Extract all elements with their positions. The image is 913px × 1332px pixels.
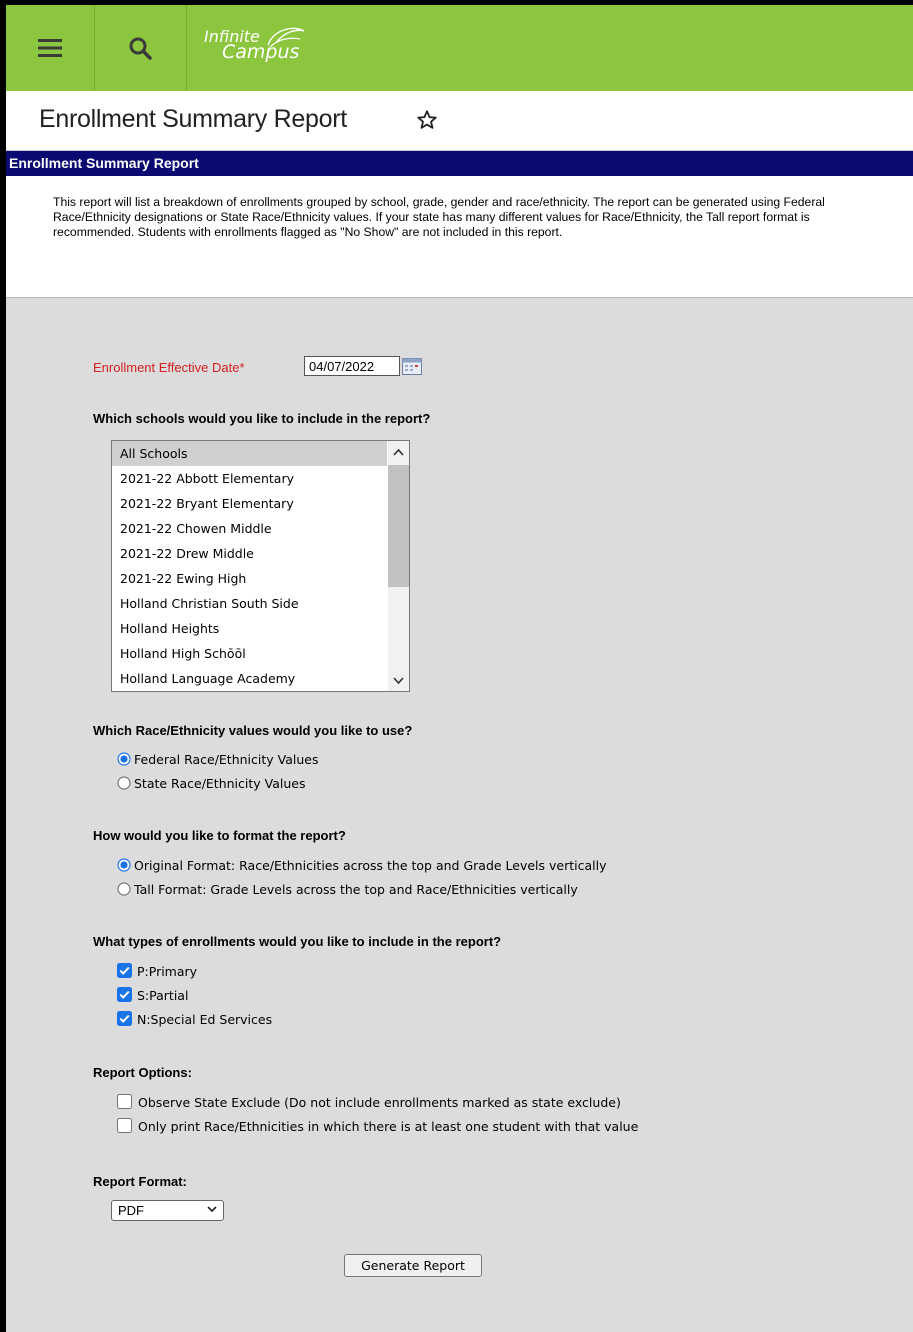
report-description: This report will list a breakdown of enr… [53,195,825,239]
effective-date-label: Enrollment Effective Date* [93,360,245,375]
infinite-campus-logo[interactable]: Infinite Campus [204,27,305,62]
schools-listbox[interactable]: All Schools 2021-22 Abbott Elementary 20… [111,440,410,692]
format-original-radio[interactable] [117,858,131,872]
special-ed-label: N:Special Ed Services [137,1012,273,1027]
race-federal-radio[interactable] [117,752,131,766]
report-format-select[interactable]: PDF [111,1200,224,1221]
report-section-header: Enrollment Summary Report [6,151,913,176]
race-federal-label: Federal Race/Ethnicity Values [134,752,319,767]
school-option[interactable]: Holland High Schōōl [112,641,387,666]
report-description-panel: This report will list a breakdown of enr… [6,176,913,298]
report-format-heading: Report Format: [93,1174,187,1189]
app-window: Infinite Campus Enrollment Summary Repor… [6,5,913,1332]
chevron-down-icon [207,1206,217,1213]
race-question: Which Race/Ethnicity values would you li… [93,723,413,738]
format-question: How would you like to format the report? [93,828,346,843]
menu-button[interactable] [6,5,95,91]
report-options-heading: Report Options: [93,1065,192,1080]
report-format-value: PDF [118,1203,144,1218]
school-option[interactable]: 2021-22 Bryant Elementary [112,491,387,516]
logo-swoosh-icon [267,27,305,48]
effective-date-input[interactable] [304,356,400,376]
search-button[interactable] [94,5,187,91]
calendar-icon[interactable] [402,358,422,375]
format-original-label: Original Format: Race/Ethnicities across… [134,858,607,873]
enrollment-question: What types of enrollments would you like… [93,934,502,949]
star-outline-icon[interactable] [416,109,438,131]
partial-label: S:Partial [137,988,189,1003]
page-title: Enrollment Summary Report [39,105,347,133]
special-ed-checkbox[interactable] [117,1011,132,1026]
race-state-label: State Race/Ethnicity Values [134,776,306,791]
scroll-down-icon[interactable] [393,677,404,685]
hamburger-menu-icon [38,39,62,57]
school-option[interactable]: All Schools [112,441,387,466]
schools-question: Which schools would you like to include … [93,411,431,426]
race-state-radio[interactable] [117,776,131,790]
top-navigation-bar: Infinite Campus [6,5,913,91]
format-tall-radio[interactable] [117,882,131,896]
only-print-race-checkbox[interactable] [117,1118,132,1133]
state-exclude-label: Observe State Exclude (Do not include en… [138,1095,621,1110]
school-option[interactable]: 2021-22 Ewing High [112,566,387,591]
schools-scrollbar[interactable] [388,441,409,691]
page-title-bar: Enrollment Summary Report [6,91,913,151]
state-exclude-checkbox[interactable] [117,1094,132,1109]
school-option[interactable]: 2021-22 Drew Middle [112,541,387,566]
scrollbar-thumb[interactable] [388,465,409,587]
search-icon [129,37,152,60]
partial-checkbox[interactable] [117,987,132,1002]
generate-report-button[interactable]: Generate Report [344,1254,482,1277]
scroll-up-icon[interactable] [393,448,404,456]
school-option[interactable]: Holland Heights [112,616,387,641]
school-option[interactable]: Holland Christian South Side [112,591,387,616]
school-option[interactable]: Holland Language Academy [112,666,387,691]
only-print-race-label: Only print Race/Ethnicities in which the… [138,1119,639,1134]
school-option[interactable]: 2021-22 Abbott Elementary [112,466,387,491]
primary-checkbox[interactable] [117,963,132,978]
format-tall-label: Tall Format: Grade Levels across the top… [134,882,578,897]
primary-label: P:Primary [137,964,198,979]
school-option[interactable]: 2021-22 Chowen Middle [112,516,387,541]
